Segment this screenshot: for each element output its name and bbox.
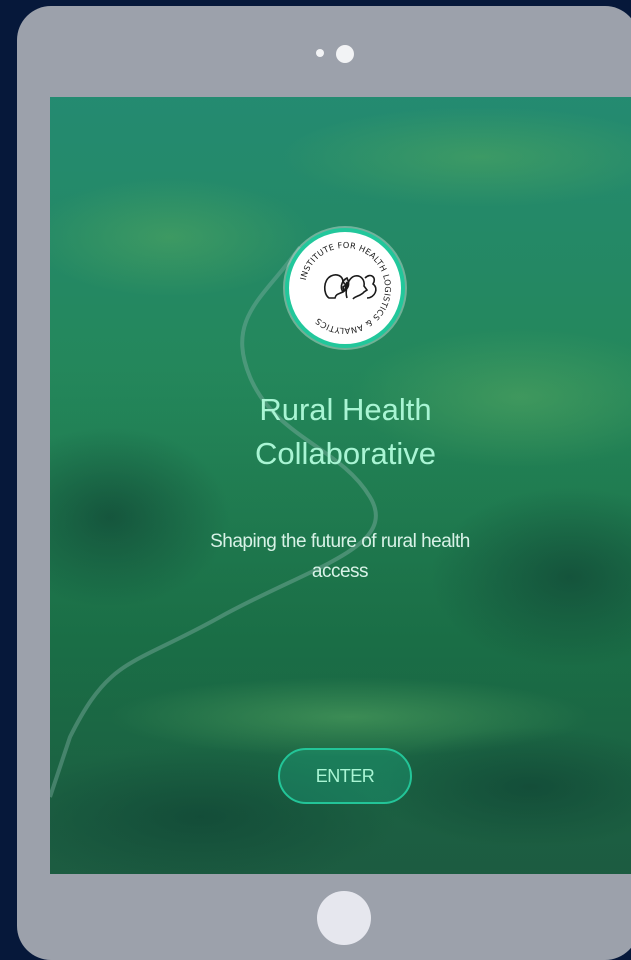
app-screen: INSTITUTE FOR HEALTH LOGISTICS & ANALYTI… [50, 97, 631, 874]
institute-logo-icon: INSTITUTE FOR HEALTH LOGISTICS & ANALYTI… [298, 240, 393, 336]
sensor-dot-icon [316, 49, 324, 57]
enter-button[interactable]: ENTER [278, 748, 412, 804]
heads-leaf-squirrel-icon [323, 274, 377, 300]
page-title-line1: Rural Health [259, 392, 432, 427]
page-title-line2: Collaborative [255, 436, 436, 471]
home-button-icon[interactable] [317, 891, 371, 945]
tablet-frame: INSTITUTE FOR HEALTH LOGISTICS & ANALYTI… [17, 6, 631, 960]
tagline-line2: access [311, 561, 369, 582]
camera-icon [336, 45, 354, 63]
tagline-line1: Shaping the future of rural health [210, 531, 470, 552]
institute-logo: INSTITUTE FOR HEALTH LOGISTICS & ANALYTI… [285, 228, 405, 348]
